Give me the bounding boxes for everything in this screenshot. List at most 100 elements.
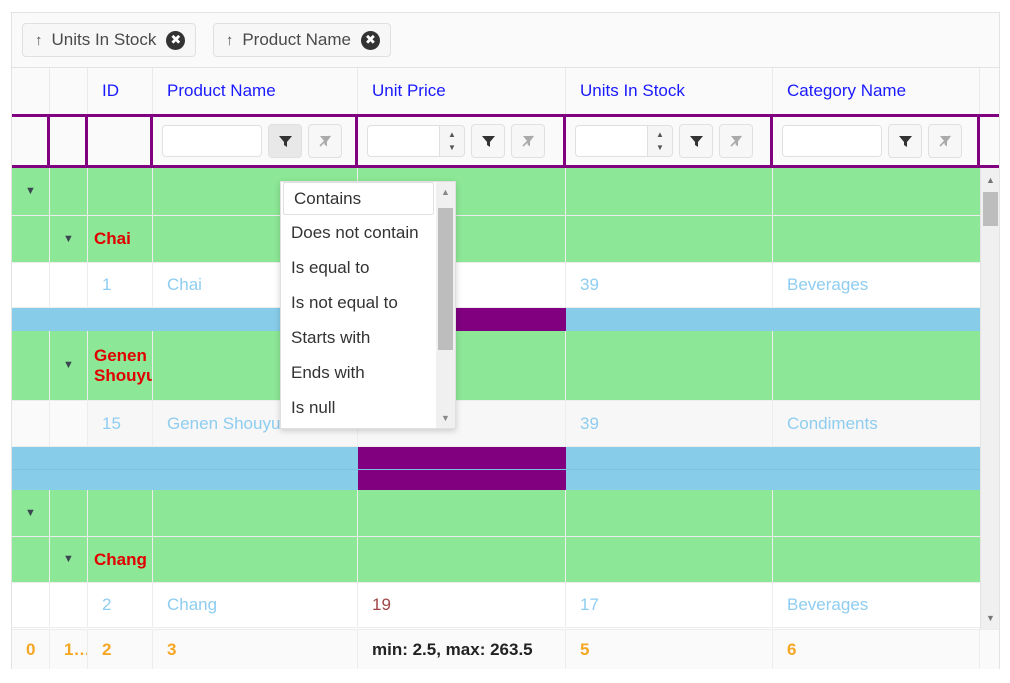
- group-cell: [50, 490, 88, 536]
- group-label: Genen Shouyu: [94, 345, 153, 385]
- cell-value: 17: [580, 595, 599, 614]
- table-row[interactable]: 15 Genen Shouyu 15.5 39 Condiments: [12, 401, 980, 447]
- sort-ascending-icon: ↑: [225, 31, 234, 49]
- filter-stepper-units-in-stock[interactable]: ▲ ▼: [575, 125, 673, 157]
- filter-cell-units-in-stock: ▲ ▼: [566, 117, 773, 165]
- spinner-down-icon[interactable]: ▼: [656, 143, 664, 152]
- group-row-product-name[interactable]: ▼ Chai: [12, 216, 980, 263]
- filter-cell-product-name: [153, 117, 358, 165]
- row-cell: [50, 583, 88, 627]
- group-cell: [773, 216, 980, 262]
- filter-button-category-name[interactable]: [888, 124, 922, 158]
- group-expand-toggle[interactable]: ▼: [50, 331, 88, 400]
- filter-operator-dropdown[interactable]: Contains Does not contain Is equal to Is…: [280, 181, 456, 429]
- dropdown-scrollbar[interactable]: ▲ ▼: [436, 182, 455, 428]
- remove-sort-icon[interactable]: ✖: [166, 30, 186, 50]
- sort-chip-label: Product Name: [242, 30, 351, 49]
- spinner-up-icon[interactable]: ▲: [448, 130, 456, 139]
- spinner-down-icon[interactable]: ▼: [448, 143, 456, 152]
- filter-button-units-in-stock[interactable]: [679, 124, 713, 158]
- clear-filter-button-product-name[interactable]: [308, 124, 342, 158]
- filter-input-unit-price[interactable]: [367, 125, 439, 157]
- dropdown-scroll-down-icon[interactable]: ▼: [436, 409, 455, 427]
- spinner-unit-price[interactable]: ▲ ▼: [439, 125, 465, 157]
- filter-stepper-unit-price[interactable]: ▲ ▼: [367, 125, 465, 157]
- group-expand-toggle[interactable]: ▼: [50, 216, 88, 262]
- scroll-up-icon[interactable]: ▲: [981, 170, 1000, 189]
- table-row[interactable]: 1 Chai 39 Beverages: [12, 263, 980, 308]
- filter-input-units-in-stock[interactable]: [575, 125, 647, 157]
- header-product-name[interactable]: Product Name: [153, 68, 358, 114]
- cell-value: 39: [580, 275, 599, 294]
- group-row-product-name[interactable]: ▼ Chang: [12, 537, 980, 583]
- header-expand-col-1[interactable]: [12, 68, 50, 114]
- row-cell: [12, 263, 50, 307]
- summary-cell: [153, 470, 358, 490]
- vertical-scrollbar[interactable]: ▲ ▼: [980, 168, 999, 629]
- clear-filter-button-category-name[interactable]: [928, 124, 962, 158]
- filter-cell-unit-price: ▲ ▼: [358, 117, 566, 165]
- cell-value: 15: [102, 413, 121, 433]
- chevron-down-icon[interactable]: ▼: [63, 233, 74, 245]
- table-row[interactable]: 2 Chang 19 17 Beverages: [12, 583, 980, 628]
- dropdown-scrollbar-thumb[interactable]: [438, 208, 453, 350]
- clear-filter-button-unit-price[interactable]: [511, 124, 545, 158]
- group-cell: [566, 537, 773, 582]
- funnel-clear-icon: [729, 134, 742, 147]
- filter-operator-option-ends-with[interactable]: Ends with: [281, 355, 436, 390]
- filter-operator-option-is-not-equal-to[interactable]: Is not equal to: [281, 285, 436, 320]
- summary-cell: [12, 447, 50, 469]
- group-cell: [12, 537, 50, 582]
- filter-operator-option-is-null[interactable]: Is null: [281, 390, 436, 425]
- summary-cell: [12, 308, 50, 331]
- data-grid: ↑ Units In Stock ✖ ↑ Product Name ✖ ID P…: [11, 12, 1000, 669]
- spinner-up-icon[interactable]: ▲: [656, 130, 664, 139]
- group-expand-toggle[interactable]: ▼: [50, 537, 88, 582]
- group-row-units-in-stock[interactable]: ▼ 39: [12, 168, 980, 216]
- group-row-units-in-stock[interactable]: ▼ 17: [12, 490, 980, 537]
- filter-button-unit-price[interactable]: [471, 124, 505, 158]
- grid-body: ▼ 39 ▼ Chai: [12, 168, 999, 629]
- chevron-down-icon[interactable]: ▼: [25, 507, 36, 519]
- group-expand-toggle[interactable]: ▼: [12, 168, 50, 215]
- chevron-down-icon[interactable]: ▼: [25, 186, 36, 197]
- header-id[interactable]: ID: [88, 68, 153, 114]
- sort-chip-product-name[interactable]: ↑ Product Name ✖: [212, 23, 391, 57]
- filter-operator-option-starts-with[interactable]: Starts with: [281, 320, 436, 355]
- summary-row: [12, 447, 980, 470]
- filter-operator-option-does-not-contain[interactable]: Does not contain: [281, 215, 436, 250]
- remove-sort-icon[interactable]: ✖: [361, 30, 380, 50]
- group-row-product-name[interactable]: ▼ Genen Shouyu: [12, 331, 980, 401]
- header-unit-price[interactable]: Unit Price: [358, 68, 566, 114]
- scroll-down-icon[interactable]: ▼: [981, 608, 1000, 627]
- cell-value: 19: [372, 595, 391, 614]
- header-category-name[interactable]: Category Name: [773, 68, 980, 114]
- spinner-units-in-stock[interactable]: ▲ ▼: [647, 125, 673, 157]
- summary-cell: [773, 447, 980, 469]
- group-cell: [50, 168, 88, 215]
- filter-button-product-name[interactable]: [268, 124, 302, 158]
- header-units-in-stock[interactable]: Units In Stock: [566, 68, 773, 114]
- summary-cell: [566, 447, 773, 469]
- chevron-down-icon[interactable]: ▼: [63, 554, 74, 565]
- cell-value: 39: [580, 413, 599, 433]
- clear-filter-button-units-in-stock[interactable]: [719, 124, 753, 158]
- header-expand-col-2[interactable]: [50, 68, 88, 114]
- group-expand-toggle[interactable]: ▼: [12, 490, 50, 536]
- filter-cell-category-name: [773, 117, 980, 165]
- cell-units-in-stock: 39: [566, 401, 773, 446]
- dropdown-scroll-up-icon[interactable]: ▲: [436, 183, 455, 201]
- sort-chip-units-in-stock[interactable]: ↑ Units In Stock ✖: [22, 23, 197, 57]
- summary-cell: [566, 470, 773, 490]
- scrollbar-thumb[interactable]: [983, 192, 998, 226]
- cell-value: Chai: [167, 275, 202, 294]
- filter-input-product-name[interactable]: [162, 125, 262, 157]
- filter-input-category-name[interactable]: [782, 125, 882, 157]
- filter-operator-option-contains[interactable]: Contains: [283, 182, 434, 215]
- cell-id: 1: [88, 263, 153, 307]
- chevron-down-icon[interactable]: ▼: [63, 360, 74, 371]
- footer-cell-units-in-stock: 5: [566, 630, 773, 669]
- summary-cell: [153, 447, 358, 469]
- funnel-icon: [689, 135, 703, 147]
- filter-operator-option-is-equal-to[interactable]: Is equal to: [281, 250, 436, 285]
